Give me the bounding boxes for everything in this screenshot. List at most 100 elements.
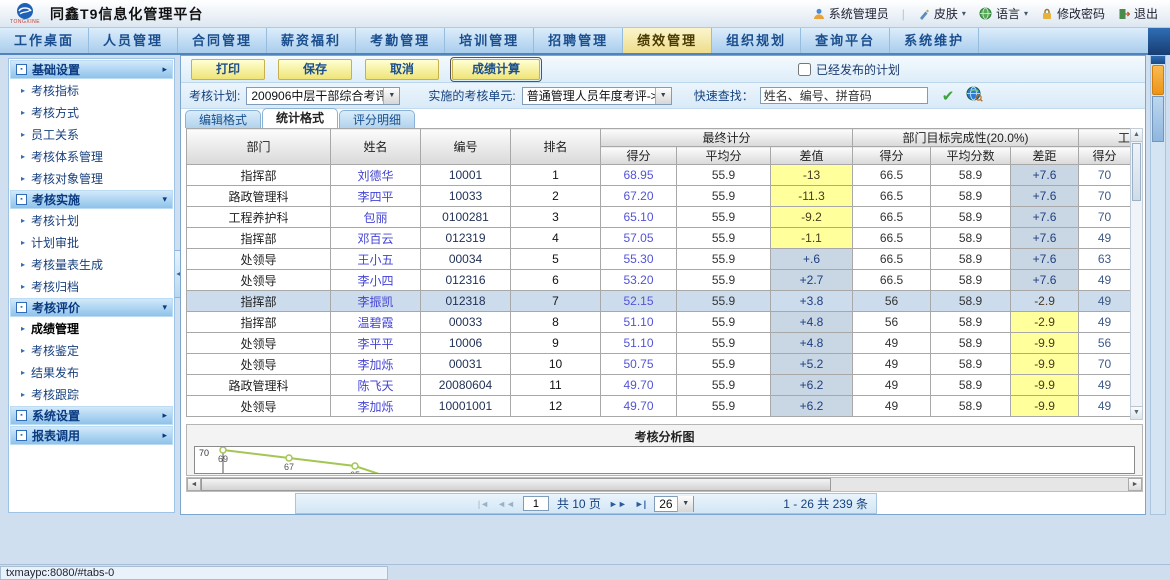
table-row[interactable]: 路政管理科李四平10033267.2055.9-11.366.558.9+7.6… [187, 186, 1131, 207]
table-row[interactable]: 路政管理科陈飞天200806041149.7055.9+6.24958.9-9.… [187, 375, 1131, 396]
cell-score2: 49 [1079, 291, 1131, 312]
cell-avg: 55.9 [677, 354, 771, 375]
dropdown-arrow-icon[interactable]: ▼ [655, 88, 671, 104]
calc-score-button[interactable]: 成绩计算 [452, 59, 540, 80]
save-button[interactable]: 保存 [278, 59, 352, 80]
svg-text:65: 65 [350, 470, 360, 474]
section-chevron-icon: ▸ [162, 430, 167, 441]
sidebar-item-label: 考核方式 [31, 104, 79, 121]
scroll-left-icon[interactable]: ◄ [187, 478, 201, 491]
sidebar-item[interactable]: ▸考核量表生成 [9, 253, 174, 275]
chart-point [352, 463, 358, 469]
sidebar-item[interactable]: ▸结果发布 [9, 361, 174, 383]
scrollbar-thumb[interactable] [201, 478, 831, 491]
cell-diff: -1.1 [771, 228, 853, 249]
view-tab-1[interactable]: 编辑格式 [185, 110, 261, 128]
scroll-down-icon[interactable]: ▼ [1131, 406, 1142, 419]
page-size-select[interactable]: 26 ▼ [654, 496, 694, 512]
confirm-check-icon[interactable]: ✔ [942, 87, 955, 105]
first-page-button[interactable]: |◄ [478, 499, 489, 509]
table-vertical-scrollbar[interactable]: ▲ ▼ [1130, 128, 1143, 420]
logout[interactable]: 退出 [1118, 5, 1158, 22]
table-row[interactable]: 处领导李加烁000311050.7555.9+5.24958.9-9.970 [187, 354, 1131, 375]
cell-code: 20080604 [421, 375, 511, 396]
results-table: 部门姓名编号排名最终计分部门目标完成性(20.0%)工得分平均分差值得分平均分数… [186, 128, 1131, 417]
sidebar-item[interactable]: ▸成绩管理 [9, 317, 174, 339]
nav-tab-7[interactable]: 招聘管理 [534, 28, 623, 53]
nav-tab-11[interactable]: 系统维护 [890, 28, 979, 53]
sidebar-section-header[interactable]: ▪考核评价▾ [10, 298, 173, 317]
nav-tab-3[interactable]: 合同管理 [178, 28, 267, 53]
nav-tab-5[interactable]: 考勤管理 [356, 28, 445, 53]
sidebar-item[interactable]: ▸考核归档 [9, 275, 174, 297]
nav-tab-6[interactable]: 培训管理 [445, 28, 534, 53]
quick-search-input[interactable] [760, 87, 928, 104]
divider: | [902, 7, 905, 21]
table-row[interactable]: 指挥部刘德华10001168.9555.9-1366.558.9+7.670 [187, 165, 1131, 186]
sidebar-item[interactable]: ▸考核鉴定 [9, 339, 174, 361]
sidebar-item[interactable]: ▸考核方式 [9, 101, 174, 123]
table-row[interactable]: 指挥部李振凯012318752.1555.9+3.85658.9-2.949 [187, 291, 1131, 312]
change-password[interactable]: 修改密码 [1041, 5, 1105, 22]
bullet-arrow-icon: ▸ [21, 282, 25, 291]
cell-score2: 49 [1079, 375, 1131, 396]
sidebar-section-header[interactable]: ▪系统设置▸ [10, 406, 173, 425]
nav-tab-9[interactable]: 组织规划 [712, 28, 801, 53]
sidebar-item[interactable]: ▸考核体系管理 [9, 145, 174, 167]
analysis-chart-svg: 70696765 [195, 447, 1135, 474]
nav-tab-2[interactable]: 人员管理 [89, 28, 178, 53]
sidebar-section-header[interactable]: ▪报表调用▸ [10, 426, 173, 445]
chevron-down-icon: ▾ [962, 9, 966, 18]
print-button[interactable]: 打印 [191, 59, 265, 80]
scroll-right-icon[interactable]: ► [1128, 478, 1142, 491]
sidebar-section-header[interactable]: ▪基础设置▸ [10, 60, 173, 79]
analysis-chart-panel: 考核分析图 70696765 [186, 424, 1143, 476]
published-plan-checkbox[interactable] [798, 63, 811, 76]
dropdown-arrow-icon[interactable]: ▼ [677, 496, 693, 512]
plan-select[interactable]: 200906中层干部综合考评 ▼ [246, 87, 400, 105]
table-row[interactable]: 工程养护科包丽0100281365.1055.9-9.266.558.9+7.6… [187, 207, 1131, 228]
cancel-button[interactable]: 取消 [365, 59, 439, 80]
unit-select[interactable]: 普通管理人员年度考评->中层管理人 ▼ [522, 87, 672, 105]
prev-page-button[interactable]: ◄◄ [497, 499, 515, 509]
cell-score2: 70 [1079, 186, 1131, 207]
scrollbar-thumb[interactable] [1132, 143, 1141, 201]
cell-score: 53.20 [601, 270, 677, 291]
view-tab-2[interactable]: 统计格式 [262, 108, 338, 128]
nav-tab-10[interactable]: 查询平台 [801, 28, 890, 53]
table-row[interactable]: 指挥部邓百云012319457.0555.9-1.166.558.9+7.649 [187, 228, 1131, 249]
table-row[interactable]: 处领导李平平10006951.1055.9+4.84958.9-9.956 [187, 333, 1131, 354]
sidebar-section-header[interactable]: ▪考核实施▾ [10, 190, 173, 209]
sidebar-item[interactable]: ▸计划审批 [9, 231, 174, 253]
language-menu[interactable]: 语言 ▾ [979, 5, 1028, 22]
nav-tab-4[interactable]: 薪资福利 [267, 28, 356, 53]
cell-dept_diff: +7.6 [1011, 165, 1079, 186]
scrollbar-top-button[interactable] [1151, 56, 1165, 64]
cell-code: 0100281 [421, 207, 511, 228]
table-row[interactable]: 处领导李小四012316653.2055.9+2.766.558.9+7.649 [187, 270, 1131, 291]
chart-horizontal-scrollbar[interactable]: ◄ ► [186, 477, 1143, 492]
page-vertical-scrollbar[interactable] [1150, 55, 1166, 515]
next-page-button[interactable]: ►► [609, 499, 627, 509]
dropdown-arrow-icon[interactable]: ▼ [383, 88, 399, 104]
cell-code: 10033 [421, 186, 511, 207]
skin-menu[interactable]: 皮肤 ▾ [918, 5, 966, 22]
cell-dept_score: 66.5 [853, 270, 931, 291]
scrollbar-thumb[interactable] [1152, 96, 1164, 142]
table-row[interactable]: 指挥部温碧霞00033851.1055.9+4.85658.9-2.949 [187, 312, 1131, 333]
nav-tab-8[interactable]: 绩效管理 [623, 28, 712, 53]
sidebar-item[interactable]: ▸员工关系 [9, 123, 174, 145]
sidebar-item[interactable]: ▸考核对象管理 [9, 167, 174, 189]
sidebar-item[interactable]: ▸考核指标 [9, 79, 174, 101]
nav-tab-1[interactable]: 工作桌面 [0, 28, 89, 53]
orange-flag-tab[interactable] [1152, 65, 1164, 95]
scroll-up-icon[interactable]: ▲ [1131, 129, 1142, 142]
search-globe-icon[interactable] [966, 86, 983, 105]
table-row[interactable]: 处领导王小五00034555.3055.9+.666.558.9+7.663 [187, 249, 1131, 270]
last-page-button[interactable]: ►| [635, 499, 646, 509]
table-row[interactable]: 处领导李加烁100010011249.7055.9+6.24958.9-9.94… [187, 396, 1131, 417]
sidebar-item[interactable]: ▸考核跟踪 [9, 383, 174, 405]
sidebar-item[interactable]: ▸考核计划 [9, 209, 174, 231]
view-tab-3[interactable]: 评分明细 [339, 110, 415, 128]
page-number-input[interactable] [523, 496, 549, 511]
